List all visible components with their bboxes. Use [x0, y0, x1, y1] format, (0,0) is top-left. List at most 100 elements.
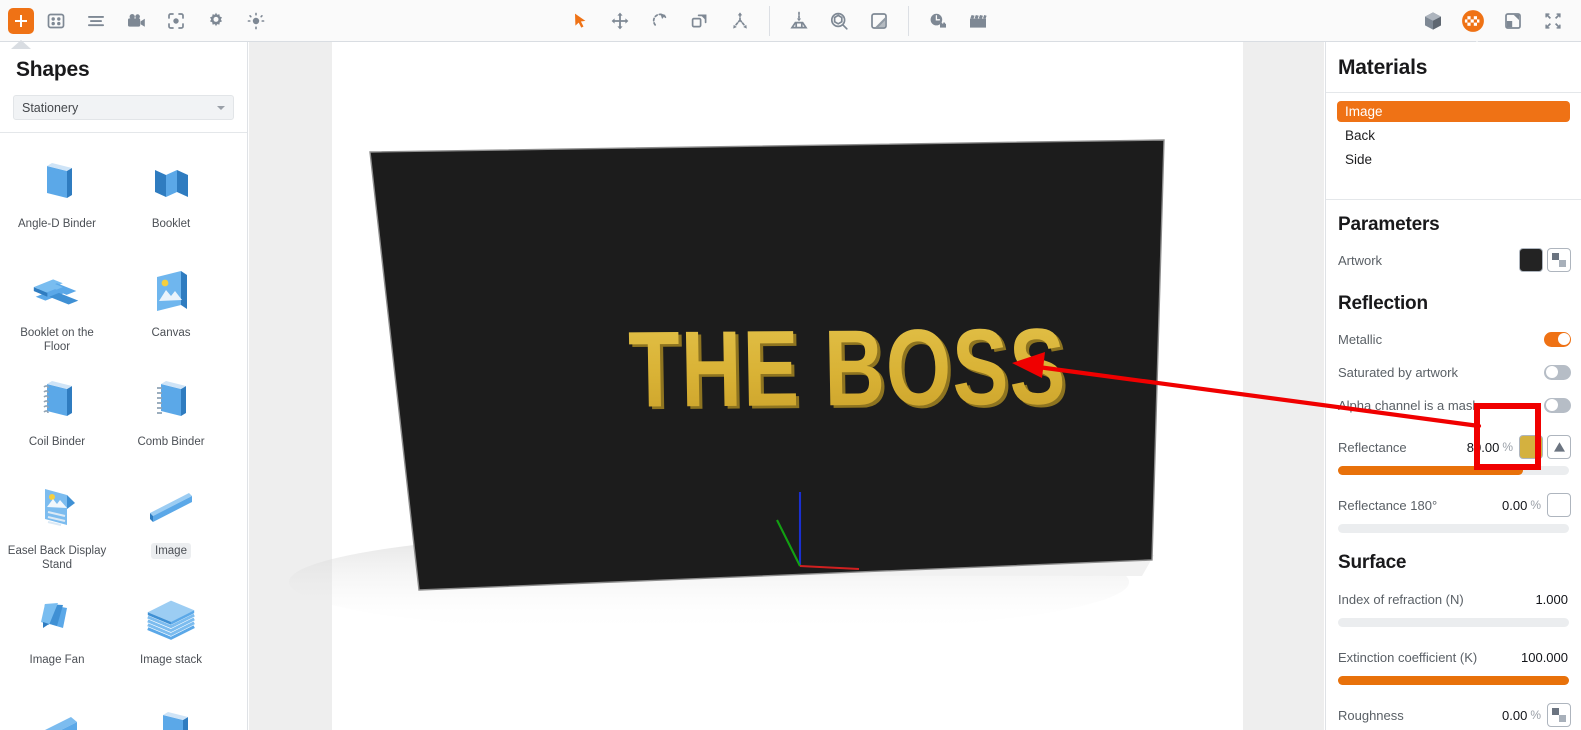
shape-item-partial-b[interactable] — [114, 694, 228, 730]
image-fan-shape-icon — [28, 589, 86, 647]
shape-item-label: Easel Back Display Stand — [3, 543, 111, 573]
ior-row: Index of refraction (N) 1.000 — [1326, 586, 1581, 612]
reflectance-180-value[interactable]: 0.00 — [1502, 498, 1527, 513]
extinction-slider[interactable] — [1338, 676, 1569, 685]
viewport-scene: THE BOSS THE BOSS — [249, 42, 1324, 730]
roughness-texture-button[interactable] — [1547, 703, 1571, 727]
metallic-label: Metallic — [1338, 332, 1544, 347]
svg-text:THE BOSS: THE BOSS — [628, 305, 1068, 430]
artwork-row: Artwork — [1326, 247, 1581, 273]
settings-button[interactable] — [198, 6, 234, 36]
shape-item-canvas[interactable]: Canvas — [114, 258, 228, 367]
artwork-texture-button[interactable] — [1547, 248, 1571, 272]
list-button[interactable] — [78, 6, 114, 36]
page-title: Shapes — [0, 42, 247, 82]
toolbar-right-group — [1413, 0, 1573, 42]
animation-tool[interactable] — [960, 6, 996, 36]
shape-item-angle-d-binder[interactable]: Angle-D Binder — [0, 149, 114, 258]
reflectance-color-swatch[interactable] — [1519, 435, 1543, 459]
extinction-value[interactable]: 100.000 — [1521, 650, 1568, 665]
camera-button[interactable] — [118, 6, 154, 36]
shape-item-label: Image — [151, 543, 191, 559]
shape-item-label: Booklet — [148, 216, 194, 232]
shape-item-label: Comb Binder — [133, 434, 208, 450]
material-label: Image — [1345, 104, 1383, 119]
scale-tool[interactable] — [682, 6, 718, 36]
shape-item-label: Booklet on the Floor — [3, 325, 111, 355]
coil-binder-shape-icon — [28, 371, 86, 429]
select-tool[interactable] — [562, 6, 598, 36]
shape-item-label: Image Fan — [26, 652, 89, 668]
artwork-color-swatch[interactable] — [1519, 248, 1543, 272]
add-object-button[interactable] — [8, 8, 34, 34]
focus-button[interactable] — [158, 6, 194, 36]
shape-grid: Angle-D Binder Booklet — [0, 133, 247, 730]
material-label: Side — [1345, 152, 1372, 167]
drop-tool[interactable] — [781, 6, 817, 36]
shape-item-easel-back-display-stand[interactable]: Easel Back Display Stand — [0, 476, 114, 585]
material-item-side[interactable]: Side — [1337, 149, 1570, 170]
materials-button[interactable] — [1455, 6, 1491, 36]
material-item-image[interactable]: Image — [1337, 101, 1570, 122]
shape-category-select[interactable]: Stationery — [13, 95, 234, 120]
shape-item-coil-binder[interactable]: Coil Binder — [0, 367, 114, 476]
chevron-down-icon — [217, 106, 225, 110]
shape-item-image-stack[interactable]: Image stack — [114, 585, 228, 694]
reflectance-180-button[interactable] — [1547, 493, 1571, 517]
roughness-label: Roughness — [1338, 708, 1502, 723]
gradient-tool[interactable] — [861, 6, 897, 36]
texture-checker-icon — [1551, 252, 1567, 268]
objects-grid-button[interactable] — [38, 6, 74, 36]
ior-slider[interactable] — [1338, 618, 1569, 627]
ior-label: Index of refraction (N) — [1338, 592, 1535, 607]
reflectance-180-row: Reflectance 180° 0.00 % — [1326, 492, 1581, 518]
rotate-tool[interactable] — [642, 6, 678, 36]
shape-item-booklet[interactable]: Booklet — [114, 149, 228, 258]
ior-value[interactable]: 1.000 — [1535, 592, 1568, 607]
partial-shape-icon-a — [28, 698, 86, 730]
booklet-shape-icon — [142, 153, 200, 211]
top-toolbar — [0, 0, 1581, 42]
reflectance-slider[interactable] — [1338, 466, 1569, 475]
shape-item-comb-binder[interactable]: Comb Binder — [114, 367, 228, 476]
render-3d-button[interactable] — [1415, 6, 1451, 36]
metallic-toggle[interactable] — [1544, 332, 1571, 347]
shape-item-image-fan[interactable]: Image Fan — [0, 585, 114, 694]
reflectance-value[interactable]: 80.00 — [1467, 440, 1500, 455]
toolbar-left-group — [0, 0, 276, 42]
material-item-back[interactable]: Back — [1337, 125, 1570, 146]
extinction-label: Extinction coefficient (K) — [1338, 650, 1521, 665]
materials-title: Materials — [1326, 42, 1581, 80]
shape-item-partial-a[interactable] — [0, 694, 114, 730]
texture-checker-icon — [1551, 707, 1567, 723]
saturated-by-artwork-toggle[interactable] — [1544, 365, 1571, 380]
saturated-by-artwork-label: Saturated by artwork — [1338, 365, 1544, 380]
alpha-mask-toggle[interactable] — [1544, 398, 1571, 413]
layers-button[interactable] — [1495, 6, 1531, 36]
canvas-shape-icon — [142, 262, 200, 320]
reflectance-180-slider[interactable] — [1338, 524, 1569, 533]
roughness-row: Roughness 0.00 % — [1326, 702, 1581, 728]
toolbar-separator-2 — [908, 6, 909, 36]
fullscreen-button[interactable] — [1535, 6, 1571, 36]
viewport-3d[interactable]: THE BOSS THE BOSS — [249, 42, 1324, 730]
image-shape-icon — [142, 480, 200, 538]
materials-panel-caret — [1468, 41, 1486, 49]
alpha-mask-label: Alpha channel is a mask — [1338, 398, 1544, 413]
extinction-row: Extinction coefficient (K) 100.000 — [1326, 644, 1581, 670]
alpha-mask-row: Alpha channel is a mask — [1326, 392, 1581, 418]
roughness-value[interactable]: 0.00 — [1502, 708, 1527, 723]
shape-item-booklet-on-the-floor[interactable]: Booklet on the Floor — [0, 258, 114, 367]
metallic-row: Metallic — [1326, 326, 1581, 352]
time-tool[interactable] — [920, 6, 956, 36]
explode-tool[interactable] — [722, 6, 758, 36]
environment-tool[interactable] — [821, 6, 857, 36]
shape-item-label: Canvas — [148, 325, 195, 341]
image-stack-shape-icon — [142, 589, 200, 647]
move-tool[interactable] — [602, 6, 638, 36]
reflectance-180-unit: % — [1530, 498, 1541, 512]
reflectance-ramp-button[interactable] — [1547, 435, 1571, 459]
artwork-label: Artwork — [1338, 253, 1519, 268]
shape-item-image[interactable]: Image — [114, 476, 228, 585]
light-button[interactable] — [238, 6, 274, 36]
